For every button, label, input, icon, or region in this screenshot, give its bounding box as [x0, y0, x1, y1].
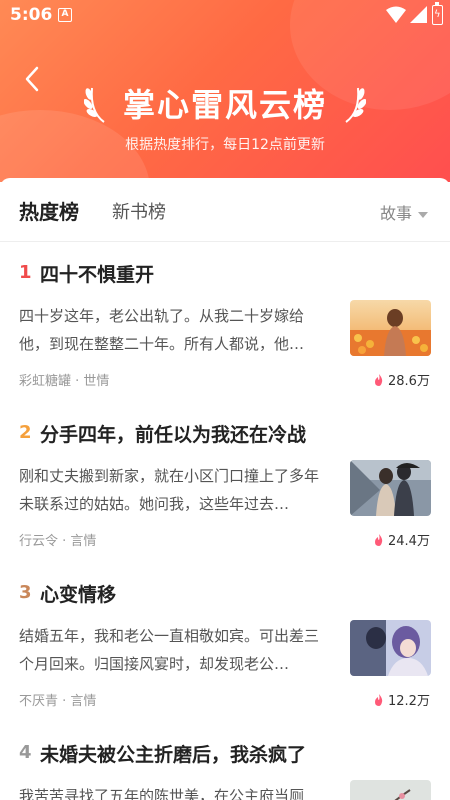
chevron-down-icon [418, 211, 429, 218]
book-title: 心变情移 [40, 584, 117, 606]
snow-couple-cover [350, 460, 431, 516]
signal-icon [410, 6, 427, 23]
list-item[interactable]: 4 未婚夫被公主折磨后，我杀疯了 我苦苦寻找了五年的陈世美，在公主府当厕 [0, 742, 450, 800]
flame-icon [375, 534, 383, 546]
heat-count: 28.6万 [374, 370, 430, 389]
rank-number: 1 [19, 262, 32, 283]
page-title-wrap: 掌心雷风云榜 [0, 80, 450, 126]
book-meta: 行云令 · 言情 [19, 534, 97, 549]
filter-label: 故事 [380, 204, 413, 223]
heat-count: 24.4万 [374, 530, 430, 549]
tab-new-books[interactable]: 新书榜 [112, 198, 166, 224]
book-description: 刚和丈夫搬到新家，就在小区门口撞上了多年未联系过的姑姑。她问我，这些年过去… [19, 467, 319, 513]
list-item[interactable]: 2 分手四年，前任以为我还在冷战 刚和丈夫搬到新家，就在小区门口撞上了多年未联系… [0, 422, 450, 582]
book-title: 分手四年，前任以为我还在冷战 [40, 424, 307, 446]
book-meta: 不厌青 · 言情 [19, 694, 97, 709]
category-filter-dropdown[interactable]: 故事 [380, 200, 429, 224]
flame-icon [375, 374, 383, 386]
tulip-field-cover [350, 300, 431, 356]
status-bar: 5:06 A ϟ [0, 0, 450, 32]
list-item[interactable]: 1 四十不惧重开 四十岁这年，老公出轨了。从我二十岁嫁给他，到现在整整二十年。所… [0, 262, 450, 422]
tab-bar: 热度榜 新书榜 故事 [0, 178, 450, 242]
book-description: 结婚五年，我和老公一直相敬如宾。可出差三个月回来。归国接风宴时，却发现老公… [19, 627, 319, 673]
plum-blossom-cover [350, 780, 431, 800]
book-title: 四十不惧重开 [40, 264, 155, 286]
battery-icon: ϟ [432, 2, 443, 25]
list-item[interactable]: 3 心变情移 结婚五年，我和老公一直相敬如宾。可出差三个月回来。归国接风宴时，却… [0, 582, 450, 742]
anime-couple-cover [350, 620, 431, 676]
rank-number: 3 [19, 582, 32, 603]
status-time: 5:06 [10, 5, 53, 25]
book-description: 我苦苦寻找了五年的陈世美，在公主府当厕 [19, 787, 305, 800]
book-title: 未婚夫被公主折磨后，我杀疯了 [40, 744, 307, 766]
heat-value: 12.2万 [388, 694, 430, 709]
heat-value: 24.4万 [388, 534, 430, 549]
notification-icon: A [58, 8, 72, 22]
tab-hot-ranking[interactable]: 热度榜 [19, 196, 79, 225]
page-subtitle: 根据热度排行，每日12点前更新 [125, 137, 325, 153]
heat-count: 12.2万 [374, 690, 430, 709]
book-description: 四十岁这年，老公出轨了。从我二十岁嫁给他，到现在整整二十年。所有人都说，他… [19, 307, 305, 353]
wifi-icon [386, 6, 406, 23]
book-meta: 彩虹糖罐 · 世情 [19, 374, 110, 389]
rank-number: 2 [19, 422, 32, 443]
page-title: 掌心雷风云榜 [122, 86, 327, 124]
heat-value: 28.6万 [388, 374, 430, 389]
flame-icon [375, 694, 383, 706]
rank-number: 4 [19, 742, 32, 763]
